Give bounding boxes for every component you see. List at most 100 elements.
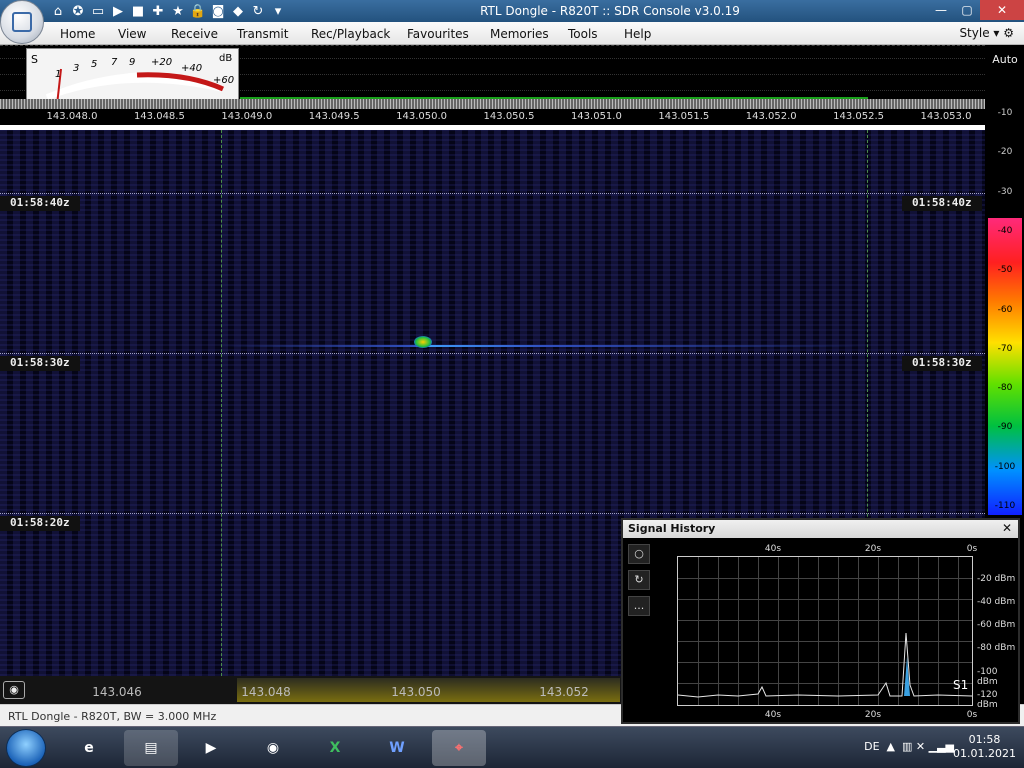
- signal-peak: [414, 336, 432, 348]
- x-tick: 40s: [764, 710, 782, 720]
- status-text: RTL Dongle - R820T, BW = 3.000 MHz: [8, 710, 217, 723]
- tab-home[interactable]: Home: [60, 27, 95, 41]
- freq-tick-label: 143.051.5: [658, 111, 710, 122]
- language-indicator[interactable]: DE: [864, 740, 879, 753]
- chrome-icon[interactable]: ◉: [246, 730, 300, 766]
- level-tick: -20: [997, 147, 1013, 158]
- time-marker-line: [0, 513, 985, 514]
- s-scale-9: 9: [129, 57, 135, 68]
- spectrum-noise-trace: [0, 99, 985, 109]
- clock[interactable]: 01:58 01.01.2021: [953, 733, 1016, 761]
- folder-icon[interactable]: ▭: [90, 3, 106, 19]
- tab-memories[interactable]: Memories: [490, 27, 549, 41]
- style-menu[interactable]: Style ▾ ⚙: [959, 26, 1014, 40]
- close-button[interactable]: ✕: [980, 0, 1024, 20]
- close-icon[interactable]: ✕: [1002, 521, 1012, 535]
- media-player-icon[interactable]: ▶: [184, 730, 238, 766]
- signal-history-header: Signal History ✕: [623, 520, 1018, 538]
- title-bar: ⌂ ✪ ▭ ▶ ■ ✚ ★ 🔒 ◙ ◆ ↻ ▾ RTL Dongle - R82…: [0, 0, 1024, 22]
- minimize-button[interactable]: —: [928, 0, 954, 20]
- tab-favourites[interactable]: Favourites: [407, 27, 469, 41]
- stop-icon[interactable]: ■: [130, 3, 146, 19]
- level-tick: -40: [997, 225, 1013, 236]
- s-scale-1: 1: [55, 69, 61, 80]
- network-icon[interactable]: ▥: [902, 740, 912, 753]
- y-tick: -40 dBm: [977, 597, 1016, 607]
- level-scale: Auto -10 -20 -30 -40 -50 -60 -70 -80 -90 -100 -110: [986, 45, 1024, 515]
- level-tick: -10: [997, 108, 1013, 118]
- s-scale-3: 3: [73, 63, 79, 74]
- tray-chevron-icon[interactable]: ▲: [887, 740, 895, 753]
- y-tick: -100 dBm: [977, 667, 998, 687]
- y-tick: -80 dBm: [977, 643, 1016, 653]
- y-tick: -120 dBm: [977, 690, 998, 710]
- freq-tick-label: 143.048.0: [46, 111, 98, 122]
- level-tick: -50: [997, 265, 1013, 276]
- ribbon-menu: Home View Receive Transmit Rec/Playback …: [0, 22, 1024, 45]
- signal-icon[interactable]: ▁▃▅: [929, 740, 954, 753]
- y-tick: -20 dBm: [977, 574, 1016, 584]
- freq-tick-label: 143.053.0: [920, 111, 972, 122]
- tab-receive[interactable]: Receive: [171, 27, 218, 41]
- tab-view[interactable]: View: [118, 27, 146, 41]
- tab-transmit[interactable]: Transmit: [237, 27, 288, 41]
- frequency-axis: 143.048.0 143.048.5 143.049.0 143.049.5 143.…: [0, 109, 985, 126]
- camera-icon[interactable]: ◙: [210, 3, 226, 19]
- s-scale-7: 7: [111, 57, 118, 68]
- star-icon[interactable]: ★: [170, 3, 186, 19]
- refresh-icon[interactable]: ↻: [250, 3, 266, 19]
- freq-tick-label: 143.052.0: [745, 111, 797, 122]
- home-icon[interactable]: ⌂: [50, 3, 66, 19]
- record-button[interactable]: ○: [628, 544, 650, 564]
- x-tick: 40s: [764, 544, 782, 554]
- start-button[interactable]: [6, 729, 46, 767]
- playback-button[interactable]: ◉: [3, 681, 25, 699]
- freq-tick-label: 143.050.0: [396, 111, 448, 122]
- speaker-icon[interactable]: ✕: [916, 740, 925, 753]
- play-icon[interactable]: ▶: [110, 3, 126, 19]
- more-button[interactable]: ...: [628, 596, 650, 616]
- s-label: S: [31, 53, 38, 66]
- db-label: dB: [219, 53, 232, 64]
- sdr-console-taskbar-icon[interactable]: ⌖: [432, 730, 486, 766]
- timestamp-left: 01:58:20z: [0, 516, 80, 531]
- timestamp-left: 01:58:30z: [0, 356, 80, 371]
- app-menu-icon: [12, 12, 32, 32]
- s-level-marker: S1: [953, 678, 969, 692]
- word-icon[interactable]: W: [370, 730, 424, 766]
- signal-history-title: Signal History: [628, 522, 716, 535]
- sdr-console-window: ⌂ ✪ ▭ ▶ ■ ✚ ★ 🔒 ◙ ◆ ↻ ▾ RTL Dongle - R82…: [0, 0, 1024, 768]
- auto-scale-button[interactable]: Auto: [986, 53, 1024, 66]
- maximize-button[interactable]: ▢: [954, 0, 980, 20]
- signal-history-panel: Signal History ✕ ○ ↻ ... 40s 20s 0s 40s …: [621, 518, 1020, 724]
- reset-button[interactable]: ↻: [628, 570, 650, 590]
- time-marker-line: [0, 353, 985, 354]
- tab-rec-playback[interactable]: Rec/Playback: [311, 27, 390, 41]
- freq-label: 143.046: [92, 685, 142, 699]
- settings-icon[interactable]: ✪: [70, 3, 86, 19]
- chevron-down-icon[interactable]: ▾: [270, 3, 286, 19]
- level-tick: -70: [997, 343, 1013, 354]
- clock-date: 01.01.2021: [953, 747, 1016, 760]
- tab-help[interactable]: Help: [624, 27, 651, 41]
- lock-icon[interactable]: 🔒: [190, 3, 206, 19]
- freq-tick-label: 143.052.5: [833, 111, 885, 122]
- file-explorer-icon[interactable]: ▤: [124, 730, 178, 766]
- style-label: Style: [959, 26, 990, 40]
- level-tick: -30: [997, 186, 1013, 197]
- app-menu-button[interactable]: [0, 0, 44, 44]
- drop-icon[interactable]: ◆: [230, 3, 246, 19]
- x-tick: 0s: [966, 710, 978, 720]
- signal-history-plot: [677, 556, 973, 706]
- add-icon[interactable]: ✚: [150, 3, 166, 19]
- level-tick: -110: [994, 501, 1016, 511]
- tab-tools[interactable]: Tools: [568, 27, 598, 41]
- taskbar: e ▤ ▶ ◉ X W ⌖ DE ▲ ▥ ✕ ▁▃▅ 01:58 01.01.20…: [0, 726, 1024, 768]
- x-tick: 20s: [864, 544, 882, 554]
- freq-tick-label: 143.051.0: [570, 111, 622, 122]
- freq-label: 143.048: [241, 685, 291, 699]
- internet-explorer-icon[interactable]: e: [62, 730, 116, 766]
- timestamp-left: 01:58:40z: [0, 196, 80, 211]
- excel-icon[interactable]: X: [308, 730, 362, 766]
- filter-edge-left[interactable]: [221, 130, 222, 676]
